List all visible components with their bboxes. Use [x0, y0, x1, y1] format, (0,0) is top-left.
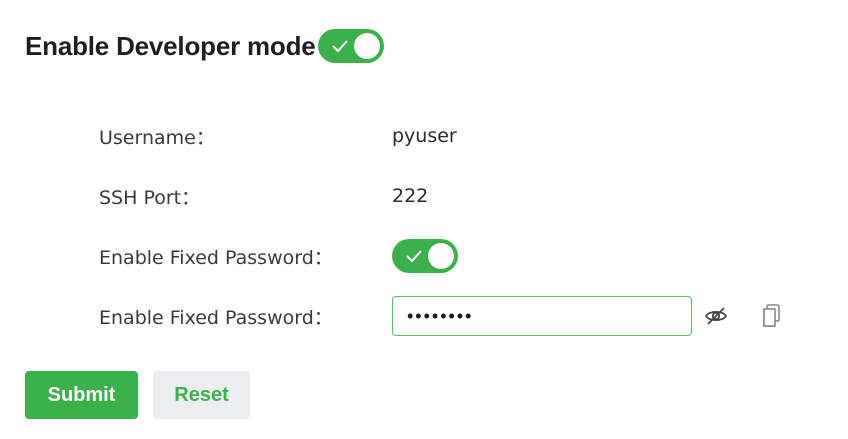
username-value: pyuser	[392, 125, 457, 147]
username-row: Username： pyuser	[99, 116, 457, 156]
ssh-port-row: SSH Port： 222	[99, 176, 428, 216]
eye-slash-icon[interactable]	[702, 302, 730, 330]
developer-mode-toggle[interactable]	[317, 29, 384, 63]
check-icon	[406, 250, 422, 263]
fixed-password-toggle[interactable]	[392, 239, 458, 273]
toggle-knob	[428, 243, 454, 269]
copy-icon[interactable]	[757, 302, 785, 330]
fixed-password-field-label: Enable Fixed Password：	[99, 306, 333, 329]
header: Enable Developer mode	[25, 26, 384, 66]
ssh-port-label: SSH Port：	[99, 186, 201, 209]
page-title: Enable Developer mode	[25, 30, 316, 61]
eye-slash-icon-graphic	[704, 307, 728, 325]
fixed-password-toggle-row: Enable Fixed Password：	[99, 236, 458, 276]
copy-icon-graphic	[763, 304, 780, 327]
check-icon	[331, 40, 348, 53]
fixed-password-field-row: Enable Fixed Password： ••••••••	[99, 296, 692, 336]
password-input[interactable]: ••••••••	[392, 296, 692, 336]
password-masked-value: ••••••••	[407, 305, 474, 326]
fixed-password-toggle-label: Enable Fixed Password：	[99, 246, 333, 269]
username-label: Username：	[99, 126, 215, 149]
ssh-port-value: 222	[392, 185, 429, 207]
developer-settings-page: Enable Developer mode Username： pyuser S…	[0, 0, 848, 439]
toggle-knob	[353, 33, 380, 59]
submit-button[interactable]: Submit	[25, 371, 138, 419]
reset-button[interactable]: Reset	[153, 371, 250, 419]
